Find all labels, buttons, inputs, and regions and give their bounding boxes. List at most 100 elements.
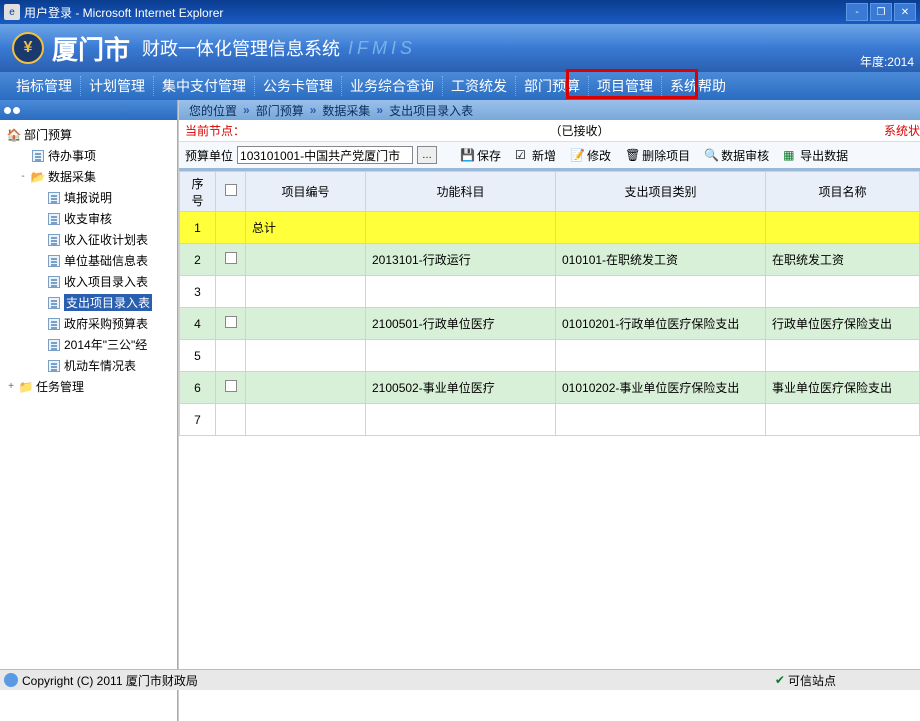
menu-item[interactable]: 业务综合查询 bbox=[341, 76, 442, 96]
breadcrumb-item[interactable]: 部门预算 bbox=[256, 102, 304, 119]
tree-item[interactable]: 支出项目录入表 bbox=[2, 292, 175, 313]
app-icon: e bbox=[4, 4, 20, 20]
cell-chk bbox=[216, 244, 246, 276]
save-icon: 💾 bbox=[460, 148, 474, 162]
app-header: ¥ 厦门市 财政一体化管理信息系统 IFMIS 年度:2014 bbox=[0, 24, 920, 72]
table-row[interactable]: 1总计 bbox=[180, 212, 920, 244]
tree-item[interactable]: 机动车情况表 bbox=[2, 355, 175, 376]
menu-item[interactable]: 计划管理 bbox=[80, 76, 153, 96]
menu-item[interactable]: 集中支付管理 bbox=[153, 76, 254, 96]
tree-item[interactable]: +📁任务管理 bbox=[2, 376, 175, 397]
edit-button[interactable]: 📝修改 bbox=[565, 147, 616, 164]
tree-root[interactable]: 🏠 部门预算 bbox=[2, 124, 175, 145]
browse-button[interactable]: … bbox=[417, 146, 437, 164]
close-button[interactable]: ✕ bbox=[894, 3, 916, 21]
cell-code bbox=[246, 244, 366, 276]
menu-item[interactable]: 指标管理 bbox=[8, 76, 80, 96]
breadcrumb-item[interactable]: 数据采集 bbox=[322, 102, 370, 119]
cell-code bbox=[246, 372, 366, 404]
tree-item-label: 填报说明 bbox=[64, 189, 112, 206]
excel-icon: ▦ bbox=[783, 148, 797, 162]
tree-item-label: 收入征收计划表 bbox=[64, 231, 148, 248]
tree-item[interactable]: 单位基础信息表 bbox=[2, 250, 175, 271]
tree-item[interactable]: 收入征收计划表 bbox=[2, 229, 175, 250]
tree-item[interactable]: 收支审核 bbox=[2, 208, 175, 229]
tree-item[interactable]: 政府采购预算表 bbox=[2, 313, 175, 334]
cell-name bbox=[766, 404, 920, 436]
cell-name bbox=[766, 340, 920, 372]
cell-name: 在职统发工资 bbox=[766, 244, 920, 276]
table-row[interactable]: 42100501-行政单位医疗01010201-行政单位医疗保险支出行政单位医疗… bbox=[180, 308, 920, 340]
sidebar-tab bbox=[0, 100, 177, 120]
row-checkbox[interactable] bbox=[225, 316, 237, 328]
window-titlebar: e 用户登录 - Microsoft Internet Explorer - ❐… bbox=[0, 0, 920, 24]
cell-chk bbox=[216, 212, 246, 244]
cell-chk bbox=[216, 276, 246, 308]
tree-item[interactable]: 填报说明 bbox=[2, 187, 175, 208]
table-row[interactable]: 5 bbox=[180, 340, 920, 372]
row-checkbox[interactable] bbox=[225, 252, 237, 264]
cell-func bbox=[366, 340, 556, 372]
cell-cat: 01010202-事业单位医疗保险支出 bbox=[556, 372, 766, 404]
tree-item-label: 2014年"三公"经 bbox=[64, 336, 147, 353]
budget-unit-input[interactable] bbox=[237, 146, 413, 164]
cell-code: 总计 bbox=[246, 212, 366, 244]
export-button[interactable]: ▦导出数据 bbox=[778, 147, 853, 164]
table-row[interactable]: 3 bbox=[180, 276, 920, 308]
page-icon bbox=[46, 275, 62, 289]
sidebar: 🏠 部门预算 待办事项 -📂数据采集填报说明收支审核收入征收计划表单位基础信息表收… bbox=[0, 100, 178, 721]
toolbar: 预算单位 … 💾保存 ☑新增 📝修改 🗑删除项目 🔍数据审核 ▦导出数据 bbox=[179, 142, 920, 170]
cell-cat bbox=[556, 404, 766, 436]
cell-name: 事业单位医疗保险支出 bbox=[766, 372, 920, 404]
breadcrumb-item[interactable]: 支出项目录入表 bbox=[389, 102, 473, 119]
cell-code bbox=[246, 276, 366, 308]
page-icon bbox=[46, 359, 62, 373]
tree-item[interactable]: 待办事项 bbox=[2, 145, 175, 166]
table-header: 项目名称 bbox=[766, 172, 920, 212]
chevron-icon: » bbox=[243, 103, 250, 117]
cell-cat: 01010201-行政单位医疗保险支出 bbox=[556, 308, 766, 340]
select-all-checkbox[interactable] bbox=[225, 184, 237, 196]
table-row[interactable]: 62100502-事业单位医疗01010202-事业单位医疗保险支出事业单位医疗… bbox=[180, 372, 920, 404]
cell-cat bbox=[556, 340, 766, 372]
tree-item[interactable]: 收入项目录入表 bbox=[2, 271, 175, 292]
save-button[interactable]: 💾保存 bbox=[455, 147, 506, 164]
tree-item-label: 单位基础信息表 bbox=[64, 252, 148, 269]
cell-chk bbox=[216, 404, 246, 436]
copyright-text: Copyright (C) 2011 厦门市财政局 bbox=[22, 672, 775, 689]
table-row[interactable]: 22013101-行政运行010101-在职统发工资在职统发工资 bbox=[180, 244, 920, 276]
cell-no: 4 bbox=[180, 308, 216, 340]
breadcrumb-label: 您的位置 bbox=[189, 102, 237, 119]
cell-no: 5 bbox=[180, 340, 216, 372]
system-name-en: IFMIS bbox=[348, 38, 416, 59]
menu-item[interactable]: 系统帮助 bbox=[661, 76, 734, 96]
system-status: 系统状 bbox=[884, 122, 920, 139]
tree-item-label: 收入项目录入表 bbox=[64, 273, 148, 290]
system-name: 财政一体化管理信息系统 bbox=[142, 35, 340, 61]
row-checkbox[interactable] bbox=[225, 380, 237, 392]
add-button[interactable]: ☑新增 bbox=[510, 147, 561, 164]
table-row[interactable]: 7 bbox=[180, 404, 920, 436]
tree-item[interactable]: -📂数据采集 bbox=[2, 166, 175, 187]
cell-no: 7 bbox=[180, 404, 216, 436]
tree-item[interactable]: 2014年"三公"经 bbox=[2, 334, 175, 355]
menu-item[interactable]: 公务卡管理 bbox=[254, 76, 341, 96]
cell-func: 2013101-行政运行 bbox=[366, 244, 556, 276]
audit-button[interactable]: 🔍数据审核 bbox=[699, 147, 774, 164]
toggle-icon: - bbox=[18, 171, 28, 182]
cell-func bbox=[366, 276, 556, 308]
menu-item-project[interactable]: 项目管理 bbox=[588, 76, 661, 96]
cell-func bbox=[366, 212, 556, 244]
cell-chk bbox=[216, 340, 246, 372]
table-header: 项目编号 bbox=[246, 172, 366, 212]
menu-item-budget[interactable]: 部门预算 bbox=[515, 76, 588, 96]
maximize-button[interactable]: ❐ bbox=[870, 3, 892, 21]
cell-no: 2 bbox=[180, 244, 216, 276]
logo-icon: ¥ bbox=[12, 32, 44, 64]
tree-item-label: 机动车情况表 bbox=[64, 357, 136, 374]
menu-item[interactable]: 工资统发 bbox=[442, 76, 515, 96]
tree-item-label: 待办事项 bbox=[48, 147, 96, 164]
delete-button[interactable]: 🗑删除项目 bbox=[620, 147, 695, 164]
minimize-button[interactable]: - bbox=[846, 3, 868, 21]
current-node-label: 当前节点： bbox=[185, 122, 245, 139]
